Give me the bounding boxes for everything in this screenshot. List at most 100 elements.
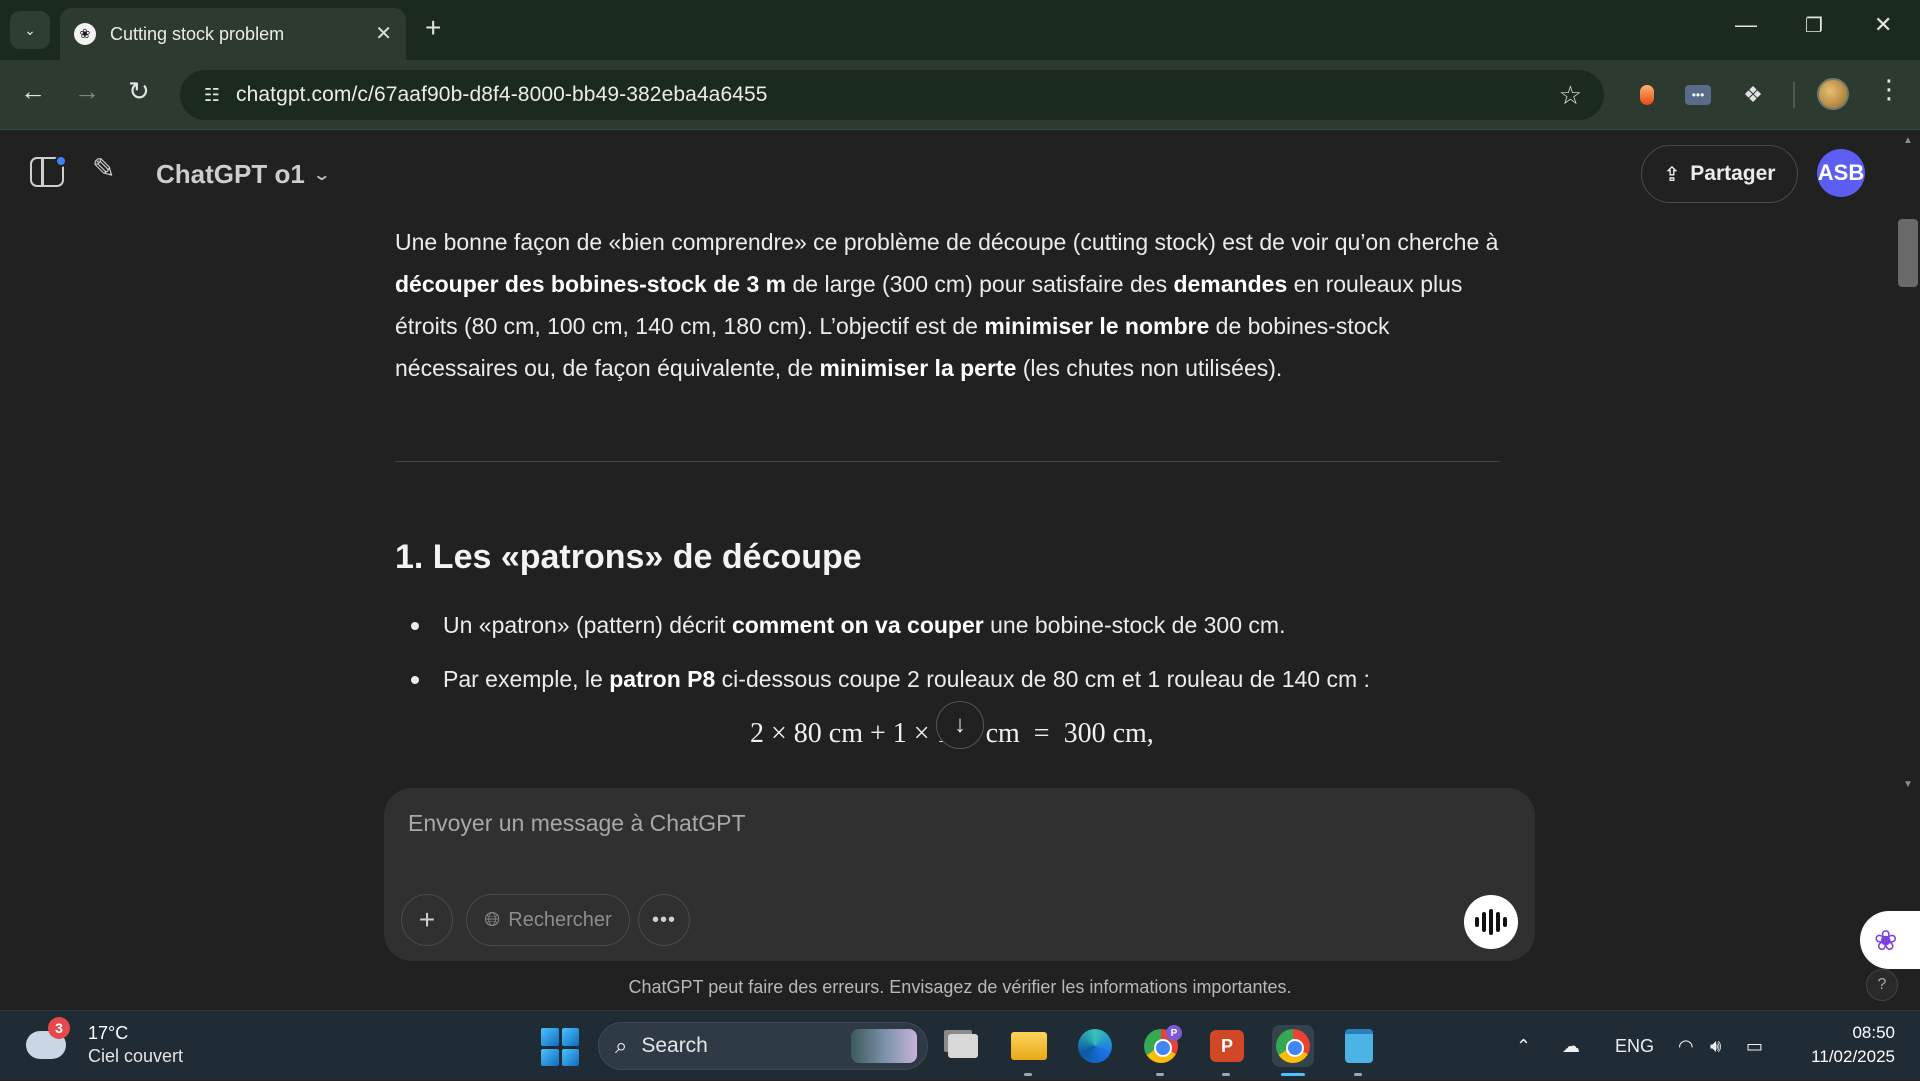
browser-tab-active[interactable]: ❀ Cutting stock problem ✕ [60, 8, 406, 60]
chrome-active-icon[interactable] [1272, 1025, 1314, 1076]
text-run: ci-dessous coupe 2 rouleaux de 80 cm et … [715, 666, 1370, 692]
back-button[interactable]: ← [20, 78, 46, 104]
voice-bar-icon [1503, 917, 1507, 927]
scroll-up-arrow-icon[interactable]: ▲ [1903, 135, 1913, 146]
start-windows-icon[interactable] [541, 1028, 579, 1066]
weather-badge: 3 [48, 1017, 70, 1039]
search-web-label: Rechercher [508, 908, 612, 931]
extension-1-icon[interactable] [1632, 80, 1662, 110]
system-clock[interactable]: 08:50 11/02/2025 [1795, 1021, 1895, 1069]
bold-text: patron P8 [609, 666, 716, 692]
extension-2-icon[interactable]: ••• [1683, 80, 1713, 110]
new-tab-button[interactable]: + [425, 14, 441, 42]
windows-taskbar: 3 17°C Ciel couvert ⌕ Search P P ⌃ ☁ ENG… [0, 1010, 1920, 1080]
attach-button[interactable]: + [401, 894, 453, 946]
text-run: Une bonne façon de «bien comprendre» ce … [395, 229, 1499, 255]
user-avatar[interactable]: ASB [1817, 149, 1865, 197]
text-run: une bobine-stock de 300 cm. [983, 612, 1286, 638]
text-run: Un «patron» (pattern) décrit [443, 612, 732, 638]
powerpoint-icon[interactable]: P [1206, 1025, 1248, 1076]
floating-extension-brain-icon[interactable]: ❀ [1860, 911, 1920, 969]
forward-button[interactable]: → [74, 78, 100, 104]
message-composer: Envoyer un message à ChatGPT + 🌐︎ Recher… [384, 788, 1535, 961]
minimize-window-button[interactable]: — [1735, 14, 1757, 36]
arrow-down-icon: ↓ [954, 711, 966, 738]
voice-mode-button[interactable] [1464, 895, 1518, 949]
chatgpt-page: ✎ ChatGPT o1 ⌄ ⇪ Partager ASB Une bonne … [0, 131, 1920, 1010]
section-divider [395, 461, 1500, 462]
help-button[interactable]: ? [1866, 969, 1898, 1001]
text-run: (les chutes non utilisées). [1016, 355, 1283, 381]
model-label: ChatGPT o1 [156, 159, 305, 189]
browser-menu-icon[interactable]: ⋮ [1876, 76, 1902, 102]
share-upload-icon: ⇪ [1663, 163, 1681, 186]
chevron-down-icon: ⌄ [312, 166, 331, 184]
restore-window-button[interactable]: ❐ [1805, 16, 1823, 36]
close-window-button[interactable]: ✕ [1874, 14, 1892, 36]
page-scrollbar[interactable]: ▲ ▼ [1898, 131, 1920, 1010]
show-hidden-icons-chevron-icon[interactable]: ⌃ [1516, 1011, 1531, 1081]
cloud-icon: 3 [26, 1017, 70, 1059]
taskbar-search-label: Search [641, 1034, 708, 1057]
battery-icon[interactable]: ▭ [1746, 1011, 1763, 1081]
text-run: de large (300 cm) pour satisfaire des [786, 271, 1174, 297]
taskbar-search[interactable]: ⌕ Search [598, 1022, 928, 1070]
task-view-icon[interactable] [942, 1025, 984, 1067]
message-input[interactable]: Envoyer un message à ChatGPT [408, 810, 746, 837]
address-bar[interactable]: ☷ chatgpt.com/c/67aaf90b-d8f4-8000-bb49-… [180, 70, 1604, 120]
voice-bar-icon [1475, 917, 1479, 927]
plus-icon: + [418, 904, 436, 935]
weather-widget[interactable]: 3 17°C Ciel couvert [26, 1017, 184, 1067]
file-explorer-icon[interactable] [1008, 1025, 1050, 1076]
tab-title: Cutting stock problem [110, 23, 285, 44]
share-label: Partager [1690, 162, 1776, 185]
tab-search-button[interactable]: ⌄ [10, 11, 50, 49]
close-tab-icon[interactable]: ✕ [375, 21, 392, 46]
clock-time: 08:50 [1852, 1023, 1895, 1042]
browser-profile-avatar[interactable] [1817, 78, 1849, 110]
browser-toolbar: ← → ↻ ☷ chatgpt.com/c/67aaf90b-d8f4-8000… [0, 60, 1920, 130]
scrollbar-thumb[interactable] [1898, 219, 1918, 287]
language-indicator[interactable]: ENG [1615, 1011, 1654, 1081]
chevron-down-icon: ⌄ [24, 21, 36, 38]
search-web-button[interactable]: 🌐︎ Rechercher [466, 894, 630, 946]
new-chat-icon[interactable]: ✎ [92, 155, 115, 183]
bold-text: comment on va couper [731, 612, 984, 638]
scroll-to-bottom-button[interactable]: ↓ [936, 701, 984, 749]
intro-paragraph: Une bonne façon de «bien comprendre» ce … [395, 221, 1500, 389]
clock-date: 11/02/2025 [1811, 1047, 1895, 1066]
toolbar-divider [1793, 82, 1795, 108]
voice-bar-icon [1482, 912, 1486, 932]
extensions-puzzle-icon[interactable]: ❖ [1738, 80, 1768, 110]
voice-bar-icon [1489, 909, 1493, 935]
chrome-profile-p-icon[interactable]: P [1140, 1025, 1182, 1076]
bold-text: demandes [1173, 271, 1288, 297]
text-run: Par exemple, le [443, 666, 610, 692]
site-info-icon[interactable]: ☷ [196, 79, 228, 111]
edge-browser-icon[interactable] [1074, 1025, 1116, 1067]
temperature-text: 17°C [88, 1023, 129, 1043]
model-selector[interactable]: ChatGPT o1 ⌄ [156, 159, 331, 190]
list-item: Un «patron» (pattern) décrit comment on … [405, 609, 1495, 641]
url-text: chatgpt.com/c/67aaf90b-d8f4-8000-bb49-38… [236, 83, 768, 106]
scroll-down-arrow-icon[interactable]: ▼ [1903, 779, 1913, 790]
bold-text: minimiser le nombre [984, 313, 1210, 339]
search-icon: ⌕ [615, 1033, 628, 1058]
bullet-list: Un «patron» (pattern) décrit comment on … [405, 609, 1495, 717]
assistant-message: Une bonne façon de «bien comprendre» ce … [395, 221, 1500, 389]
wifi-icon[interactable]: ◠ [1678, 1011, 1694, 1081]
weather-condition-text: Ciel couvert [88, 1046, 184, 1066]
chatgpt-favicon-icon: ❀ [74, 23, 96, 45]
disclaimer-text: ChatGPT peut faire des erreurs. Envisage… [628, 977, 1292, 997]
share-button[interactable]: ⇪ Partager [1641, 145, 1798, 203]
more-options-button[interactable]: ••• [638, 894, 690, 946]
volume-icon[interactable]: 🔊︎ [1710, 1011, 1721, 1081]
voice-bar-icon [1496, 912, 1500, 932]
globe-icon: 🌐︎ [484, 908, 501, 931]
bookmark-star-icon[interactable]: ☆ [1559, 80, 1582, 111]
reload-button[interactable]: ↻ [128, 78, 150, 104]
notification-dot [55, 155, 67, 167]
notepad-icon[interactable] [1338, 1025, 1380, 1076]
onedrive-cloud-icon[interactable]: ☁ [1562, 1011, 1580, 1081]
bold-text: découper des bobines-stock de 3 m [395, 271, 787, 297]
